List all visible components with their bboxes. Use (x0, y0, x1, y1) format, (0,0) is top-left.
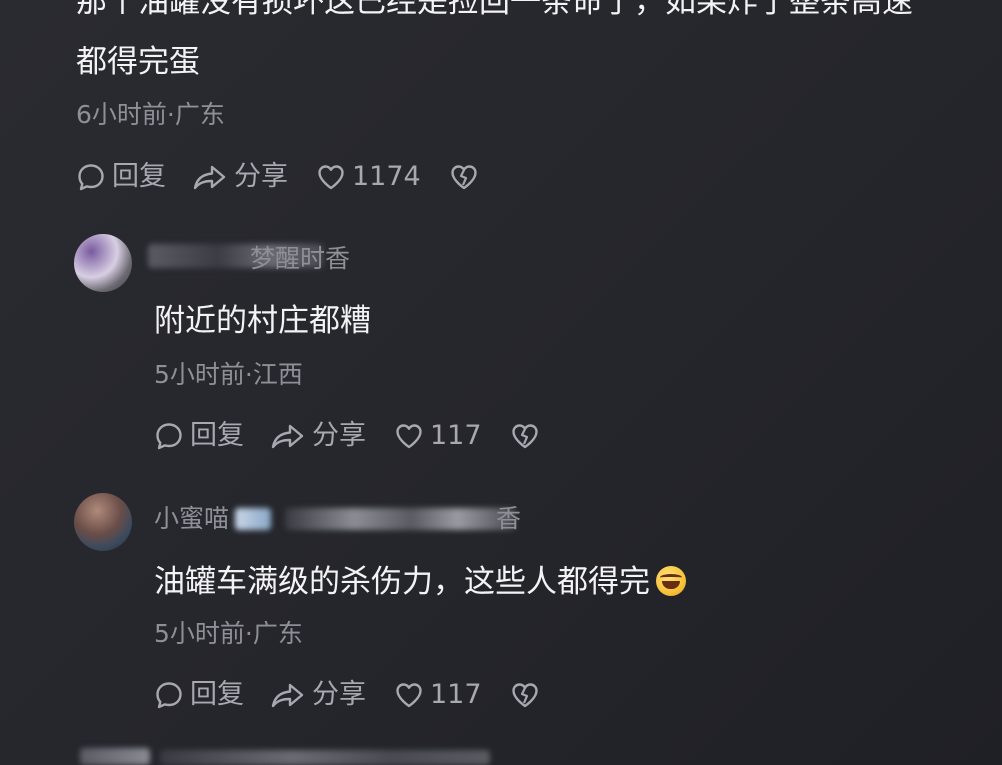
like-count: 1174 (352, 161, 421, 192)
reply-bubble-icon (78, 164, 104, 191)
share-button[interactable]: 分享 (270, 677, 366, 713)
reply-button[interactable]: 回复 (76, 159, 166, 195)
comment-text-continued: 都得完蛋 (76, 44, 200, 80)
like-button[interactable]: 117 (394, 418, 482, 454)
like-count: 117 (430, 420, 482, 451)
username-mask (285, 508, 515, 530)
comment-meta: 5小时前·广东 (154, 619, 303, 648)
username[interactable]: 小蜜喵 (154, 502, 229, 536)
share-label: 分享 (234, 161, 288, 192)
comment-meta: 5小时前·江西 (154, 360, 303, 389)
username-suffix: 香 (496, 504, 522, 533)
dislike-button[interactable] (510, 421, 540, 451)
rolling-on-floor-laughing-emoji (656, 566, 686, 596)
share-arrow-icon (271, 424, 304, 449)
dislike-button[interactable] (510, 680, 540, 710)
heart-icon (396, 424, 422, 449)
username-mask (235, 508, 271, 530)
comment-actions: 回复 分享 1174 (76, 159, 479, 195)
reply-button[interactable]: 回复 (154, 677, 244, 713)
avatar[interactable] (74, 493, 132, 551)
reply-label: 回复 (112, 161, 166, 192)
like-button[interactable]: 1174 (316, 159, 421, 195)
reply-label: 回复 (190, 679, 244, 710)
comment-meta: 6小时前·广东 (76, 100, 225, 129)
username[interactable]: 梦醒时香 (250, 242, 350, 276)
share-arrow-icon (271, 683, 304, 708)
broken-heart-icon (511, 683, 538, 708)
share-button[interactable]: 分享 (270, 418, 366, 454)
next-comment-header-mask (80, 748, 150, 765)
reply-bubble-icon (156, 682, 182, 709)
comment-text: 油罐车满级的杀伤力，这些人都得完 (154, 558, 686, 606)
dislike-button[interactable] (449, 162, 479, 192)
comment-text: 那个油罐没有损坏这已经是捡回一条命了，如果炸了整条高速 (76, 0, 913, 20)
share-button[interactable]: 分享 (192, 159, 288, 195)
comment-text: 附近的村庄都糟 (154, 303, 371, 339)
comment-actions: 回复 分享 117 (154, 677, 540, 713)
like-button[interactable]: 117 (394, 677, 482, 713)
comment-text-body: 油罐车满级的杀伤力，这些人都得完 (154, 564, 650, 600)
avatar[interactable] (74, 234, 132, 292)
share-label: 分享 (312, 679, 366, 710)
heart-icon (396, 683, 422, 708)
like-count: 117 (430, 679, 482, 710)
heart-icon (318, 165, 344, 190)
broken-heart-icon (511, 424, 538, 449)
reply-bubble-icon (156, 423, 182, 450)
comment-actions: 回复 分享 117 (154, 418, 540, 454)
reply-label: 回复 (190, 420, 244, 451)
broken-heart-icon (451, 165, 477, 190)
share-arrow-icon (193, 165, 226, 190)
reply-button[interactable]: 回复 (154, 418, 244, 454)
next-comment-header-mask (160, 750, 490, 765)
share-label: 分享 (312, 420, 366, 451)
